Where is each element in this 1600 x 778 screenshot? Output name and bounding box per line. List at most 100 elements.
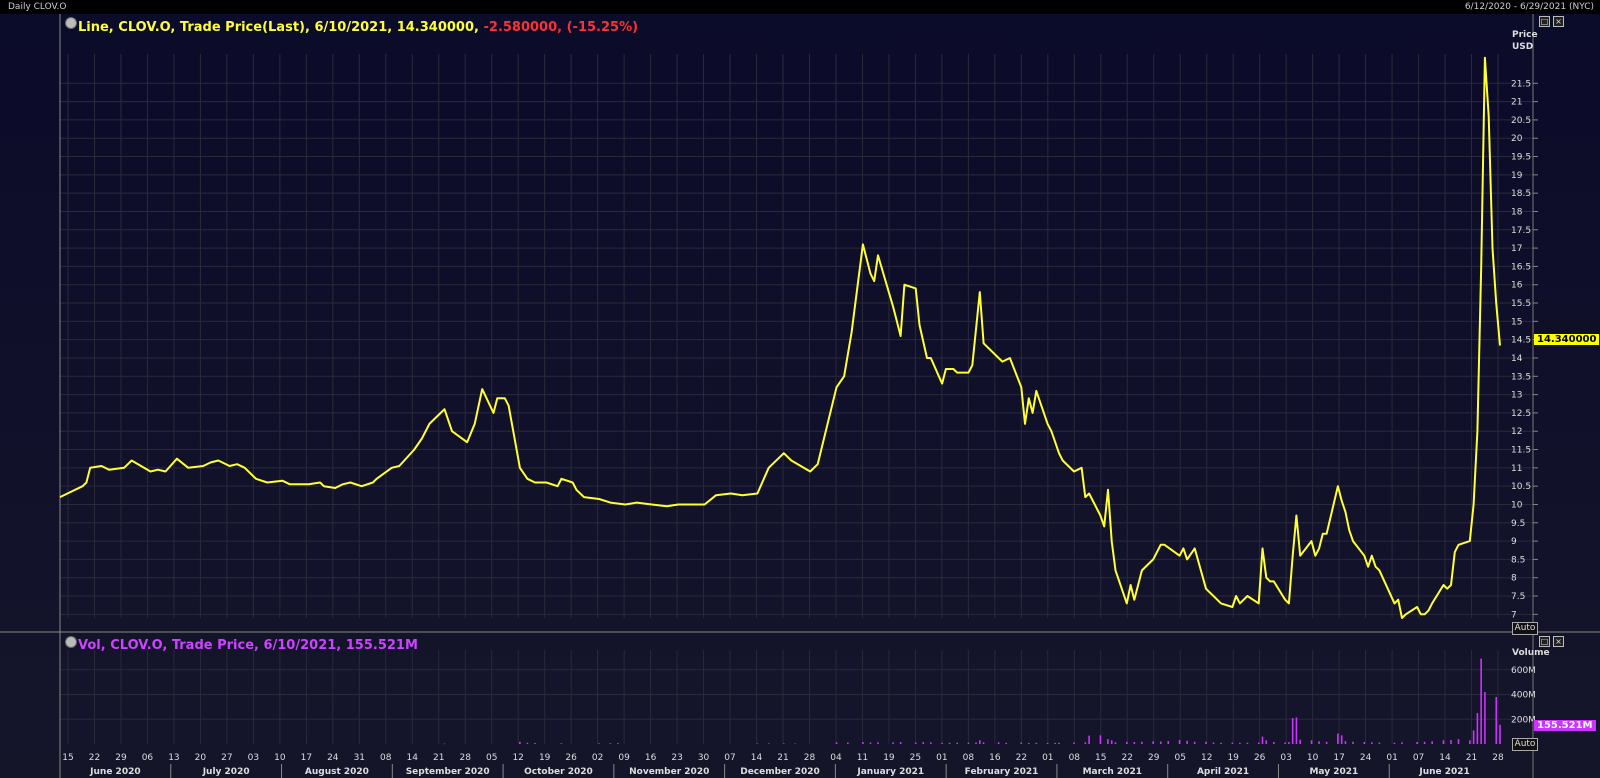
volume-bar: [1457, 739, 1460, 744]
price-tick-label: 20.5: [1511, 116, 1531, 126]
month-label: February 2021: [965, 767, 1039, 777]
volume-bar: [560, 743, 563, 744]
x-tick-label: 01: [1042, 753, 1053, 763]
volume-bar: [1378, 742, 1381, 744]
volume-axis-title: Volume: [1512, 648, 1550, 658]
price-axis-unit: USD: [1512, 42, 1534, 52]
window-titlebar: Daily CLOV.O 6/12/2020 - 6/29/2021 (NYC): [0, 0, 1600, 14]
x-tick-label: 04: [830, 753, 842, 763]
volume-bar: [862, 742, 864, 744]
x-tick-label: 19: [883, 753, 895, 763]
volume-bar: [1088, 735, 1090, 744]
volume-legend: Vol, CLOV.O, Trade Price, 6/10/2021, 155…: [78, 638, 418, 653]
volume-bar: [929, 742, 932, 744]
volume-bar: [1152, 741, 1154, 744]
volume-bar: [1212, 742, 1215, 744]
volume-bar: [1141, 741, 1143, 744]
maximize-icon[interactable]: □: [1539, 16, 1550, 27]
x-tick-label: 26: [565, 753, 577, 763]
x-tick-label: 12: [512, 753, 523, 763]
price-tick-label: 11.5: [1511, 446, 1531, 456]
volume-bar: [1114, 742, 1117, 744]
x-tick-label: 29: [115, 753, 127, 763]
volume-bar: [1476, 713, 1479, 744]
price-tick-label: 20: [1511, 134, 1523, 144]
volume-bar: [956, 742, 958, 744]
volume-bar: [1239, 742, 1241, 744]
price-tick-label: 19.5: [1511, 153, 1531, 163]
volume-bar: [1178, 740, 1181, 744]
x-tick-label: 26: [1254, 753, 1266, 763]
window-title: Daily CLOV.O: [8, 2, 67, 12]
x-tick-label: 17: [301, 753, 312, 763]
month-label: December 2020: [740, 767, 820, 777]
x-tick-label: 29: [1148, 753, 1160, 763]
volume-bar: [1273, 742, 1275, 744]
x-tick-label: 03: [248, 753, 259, 763]
volume-tick-label: 600M: [1511, 666, 1536, 676]
volume-bar: [1340, 735, 1343, 744]
volume-bar: [1246, 742, 1249, 744]
volume-bar: [1472, 730, 1475, 744]
x-tick-label: 06: [142, 753, 154, 763]
x-tick-label: 09: [618, 753, 630, 763]
volume-tick-label: 400M: [1511, 691, 1536, 701]
volume-bar: [1186, 740, 1188, 744]
volume-bar: [794, 743, 796, 745]
volume-bar: [1261, 736, 1264, 744]
volume-bar: [1126, 741, 1128, 744]
volume-bar: [1005, 742, 1007, 744]
month-label: September 2020: [406, 767, 490, 777]
price-tick-label: 15: [1511, 317, 1522, 327]
x-tick-label: 08: [963, 753, 975, 763]
x-tick-label: 21: [1466, 753, 1477, 763]
month-label: November 2020: [629, 767, 709, 777]
volume-auto-button[interactable]: Auto: [1512, 738, 1538, 751]
volume-bar: [1133, 742, 1136, 744]
price-tick-label: 7: [1511, 610, 1517, 620]
volume-bar: [835, 742, 838, 744]
price-axis-title: Price: [1512, 30, 1538, 40]
volume-bar: [1352, 741, 1354, 744]
volume-bar: [1310, 740, 1313, 744]
volume-close-icon[interactable]: ×: [1553, 636, 1564, 647]
x-tick-label: 08: [380, 753, 392, 763]
month-label: January 2021: [856, 767, 924, 777]
volume-bar: [1205, 741, 1207, 744]
price-tick-label: 10: [1511, 500, 1523, 510]
price-tick-label: 11: [1511, 464, 1522, 474]
volume-axis: 200M 400M 600M: [1511, 666, 1536, 725]
price-tick-label: 16: [1511, 281, 1523, 291]
x-tick-label: 24: [1360, 753, 1372, 763]
x-tick-label: 21: [777, 753, 788, 763]
volume-bar: [526, 742, 529, 744]
volume-bar: [1193, 741, 1196, 744]
x-tick-label: 16: [989, 753, 1001, 763]
price-tick-label: 21.5: [1511, 79, 1531, 89]
x-tick-label: 05: [1174, 753, 1185, 763]
volume-bar: [941, 742, 943, 744]
price-globe-icon[interactable]: [65, 17, 77, 29]
volume-bar: [519, 741, 521, 744]
volume-bar: [617, 743, 619, 744]
volume-maximize-icon[interactable]: □: [1539, 636, 1550, 647]
volume-bar: [443, 743, 446, 745]
volume-bar: [975, 742, 977, 744]
volume-bar: [1469, 740, 1471, 744]
price-legend-change: -2.580000, (-15.25%): [483, 20, 639, 35]
price-tick-label: 19: [1511, 171, 1523, 181]
x-tick-label: 14: [751, 753, 763, 763]
chart-canvas[interactable]: 7 7.5 8 8.5 9 9.5 10 10.5 11 11.5 12 12.5 13 13.5 14 14…: [0, 14, 1600, 778]
price-legend: Line, CLOV.O, Trade Price(Last), 6/10/20…: [78, 20, 638, 35]
volume-bar: [1450, 740, 1452, 744]
volume-bar: [1046, 743, 1049, 744]
x-tick-label: 08: [1069, 753, 1081, 763]
close-icon[interactable]: ×: [1553, 16, 1564, 27]
volume-bar: [1073, 742, 1075, 744]
volume-globe-icon[interactable]: [65, 636, 77, 648]
volume-last-value-tag: 155.521M: [1534, 720, 1596, 731]
volume-bar: [1058, 742, 1060, 744]
price-auto-button[interactable]: Auto: [1512, 622, 1538, 635]
price-last-value-tag: 14.340000: [1534, 334, 1600, 345]
volume-bar: [1325, 741, 1328, 744]
